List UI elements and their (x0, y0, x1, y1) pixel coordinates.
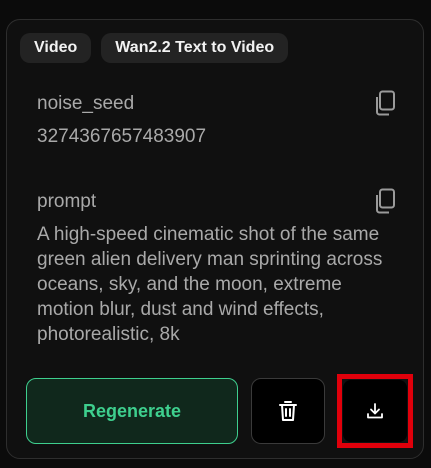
copy-icon (376, 188, 395, 214)
prompt-label: prompt (37, 191, 97, 212)
tag-list: Video Wan2.2 Text to Video (20, 33, 289, 63)
trash-icon (279, 401, 297, 421)
field-noise-seed: noise_seed 3274367657483907 (37, 90, 397, 149)
noise-seed-value: 3274367657483907 (37, 126, 207, 147)
copy-icon (376, 90, 395, 116)
noise-seed-label: noise_seed (37, 93, 135, 114)
download-highlight (337, 374, 413, 448)
action-bar: Regenerate (26, 374, 413, 448)
copy-prompt-button[interactable] (373, 188, 397, 214)
download-button[interactable] (343, 380, 407, 442)
tag-type[interactable]: Video (20, 33, 92, 63)
generation-details-card: Video Wan2.2 Text to Video noise_seed 32… (6, 19, 424, 459)
copy-noise-seed-button[interactable] (373, 90, 397, 116)
prompt-value: A high-speed cinematic shot of the same … (37, 224, 383, 345)
download-icon (367, 403, 383, 419)
field-prompt: prompt A high-speed cinematic shot of th… (37, 188, 397, 347)
tag-model[interactable]: Wan2.2 Text to Video (101, 33, 289, 63)
delete-button[interactable] (251, 378, 325, 444)
regenerate-button[interactable]: Regenerate (26, 378, 238, 444)
